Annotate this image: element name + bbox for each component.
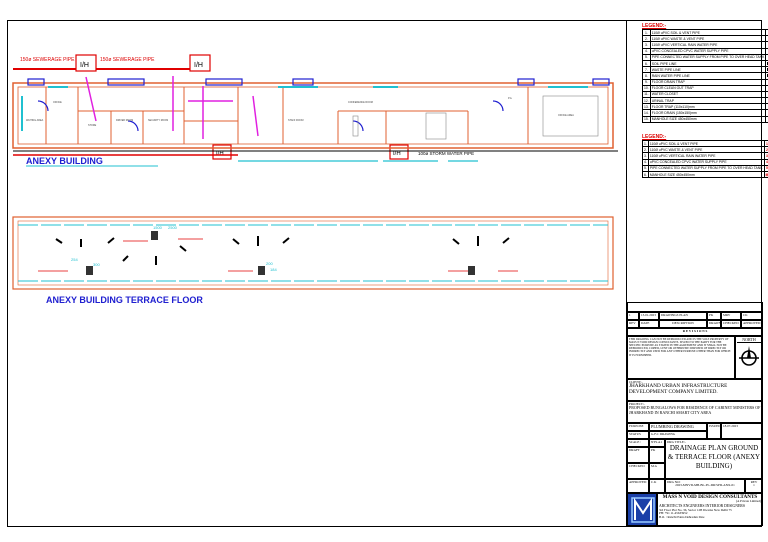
rev-header: DATE	[639, 320, 659, 328]
rev-value: 1	[753, 483, 755, 488]
copyright-notes: THIS DRAWING CAN NOT BE REPRODUCED AND I…	[627, 336, 735, 379]
manhole: I/H	[389, 144, 409, 160]
svg-text:I/H: I/H	[80, 62, 89, 69]
svg-text:200: 200	[266, 261, 273, 266]
rev-header: REV	[627, 320, 639, 328]
purpose-value: PLUMBING DRAWING	[649, 423, 707, 431]
north-arrow: NORTH	[735, 336, 763, 379]
purpose-label: PURPOSE	[627, 423, 649, 431]
project-name: PROPOSED BUNGALOWS FOR RESIDENCE OF CABI…	[629, 405, 761, 415]
ground-floor-plan	[12, 76, 618, 156]
terrace-floor-title: ANEXY BUILDING TERRACE FLOOR	[46, 295, 203, 305]
draft-label: DRAFT	[627, 447, 649, 463]
rev-header: CHECKED	[721, 320, 741, 328]
drawing-area: 150ø SEWERAGE PIPE 150ø SEWERAGE PIPE I/…	[12, 54, 618, 305]
svg-text:300: 300	[93, 262, 100, 267]
approved-label: APPROVED	[627, 479, 649, 493]
ground-floor-title: ANEXY BUILDING	[26, 156, 103, 166]
firm-logo	[627, 493, 657, 526]
rev-checked: MRV	[721, 312, 741, 320]
date-label: ISSUED	[707, 423, 721, 439]
drawing-title: DRAINAGE PLAN GROUND & TERRACE FLOOR (AN…	[667, 444, 761, 470]
scale-label: SCALE :	[627, 439, 649, 447]
legend-row: 15. MANHOLE SIZE 450x450mm ⊞	[642, 115, 768, 123]
rev-desc: DRAWINGS PLAN	[659, 312, 707, 320]
legend-number: 15.	[642, 115, 651, 123]
svg-text:OFFICE: OFFICE	[53, 101, 62, 104]
manhole: I/H	[212, 144, 232, 160]
storm-pipe-label: 100ø STORM WATER PIPE	[418, 151, 474, 156]
firm-branches: B.O. : Ranchi Patna Dehradun Zine	[659, 514, 705, 519]
svg-text:SECURITY ROOM: SECURITY ROOM	[148, 119, 168, 122]
rev-header: APPROVED	[741, 320, 763, 328]
legend-text: MANHOLE SIZE 450x450mm	[647, 170, 765, 179]
manhole: I/H	[75, 54, 97, 72]
status-value: G.F.C DRAWING	[649, 431, 707, 439]
dimension-labels: 254 300 200184 1500 2500	[71, 225, 277, 272]
svg-text:CONFERENCE ROOM: CONFERENCE ROOM	[348, 101, 373, 104]
svg-text:1500: 1500	[153, 225, 163, 230]
drawing-number: 2023-MNVD-MB-BL-PL-DR/SPD-ANX-01	[675, 483, 735, 488]
approved-value: C.K	[649, 479, 665, 493]
manhole: I/H	[189, 54, 211, 72]
terrace-floor-plan	[12, 216, 614, 290]
room-labels: WAITING AREA OFFICE STORE DRIVER ROOM SECU…	[26, 97, 574, 127]
legend-row: 6. MANHOLE SIZE 450x450mm ⊞	[642, 170, 768, 179]
client-name: JHARKHAND URBAN INFRASTRUCTURE DEVELOPME…	[629, 383, 728, 396]
svg-text:STAFF ROOM: STAFF ROOM	[288, 119, 304, 122]
scale-value: NTS.A1	[649, 439, 665, 447]
revisions-heading: R E V I S I O N S	[627, 328, 763, 336]
legend-terrace: LEGEND:- 1. 110Ø uPVC SOIL & VENT PIPE 1…	[642, 134, 768, 179]
svg-text:184: 184	[270, 267, 277, 272]
status-label: STATUS	[627, 431, 649, 439]
rev-approved: CK	[741, 312, 763, 320]
draft-value: PK	[649, 447, 665, 463]
rev-number: 1	[627, 312, 639, 320]
sewer-label: 150ø SEWERAGE PIPE	[100, 57, 155, 63]
rev-header: DESCRIPTION	[659, 320, 707, 328]
checked-label: CHECKED	[627, 463, 649, 479]
checked-value: M.G	[649, 463, 665, 479]
svg-text:2500: 2500	[168, 225, 178, 230]
svg-text:254: 254	[71, 257, 78, 262]
svg-text:WAITING AREA: WAITING AREA	[26, 119, 44, 122]
rev-date: 13.01.2023	[639, 312, 659, 320]
svg-text:DRIVER ROOM: DRIVER ROOM	[116, 119, 133, 122]
svg-text:I/H: I/H	[194, 62, 203, 69]
rev-header: DRAWN	[707, 320, 721, 328]
rev-drawn: PK	[707, 312, 721, 320]
svg-text:STORE: STORE	[88, 124, 97, 127]
title-block: 1 13.01.2023 DRAWINGS PLAN PK MRV CK REV…	[627, 302, 763, 526]
sewer-label: 150ø SEWERAGE PIPE	[20, 57, 75, 63]
legend-symbol: ⊞	[763, 170, 768, 179]
legend-text: MANHOLE SIZE 450x450mm	[649, 115, 767, 123]
compass-icon	[739, 346, 759, 366]
svg-text:I/H: I/H	[393, 151, 401, 157]
drawing-sheet: 150ø SEWERAGE PIPE 150ø SEWERAGE PIPE I/…	[7, 20, 768, 527]
date-value: 18.07.2023	[721, 423, 763, 439]
legend-drainage: LEGEND:- 1. 110Ø uPVC SOIL & VENT PIPE 1…	[642, 23, 768, 123]
svg-text:OFFICE AREA: OFFICE AREA	[558, 114, 574, 117]
svg-text:I/H: I/H	[216, 151, 224, 157]
svg-text:P.A.: P.A.	[508, 97, 513, 100]
sheet-sidebar: LEGEND:- 1. 110Ø uPVC SOIL & VENT PIPE 1…	[626, 21, 768, 526]
